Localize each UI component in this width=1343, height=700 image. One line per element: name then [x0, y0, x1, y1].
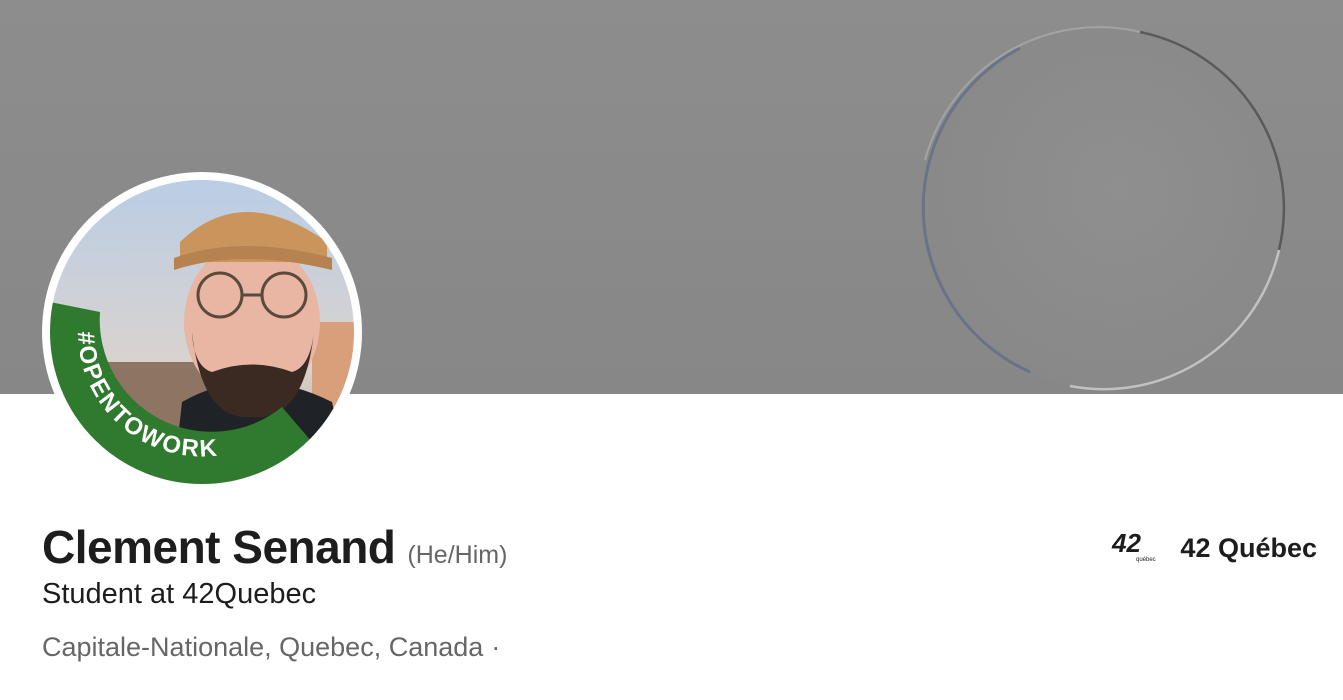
profile-page: #OPENTOWORK Clement Senand (He/Him) Stud… — [0, 0, 1343, 700]
profile-name-row: Clement Senand (He/Him) — [42, 520, 507, 574]
profile-avatar[interactable]: #OPENTOWORK — [42, 172, 362, 492]
profile-name: Clement Senand — [42, 521, 396, 573]
avatar-photo: #OPENTOWORK — [48, 178, 356, 486]
current-organization-link[interactable]: 42 québec 42 Québec — [1110, 528, 1317, 568]
profile-location-row: Capitale-Nationale, Quebec, Canada · — [42, 632, 500, 663]
org-logo-icon: 42 québec — [1110, 528, 1158, 568]
location-separator: · — [491, 632, 501, 662]
profile-headline: Student at 42Quebec — [42, 578, 317, 610]
org-logo-subtext: québec — [1136, 557, 1156, 563]
profile-location: Capitale-Nationale, Quebec, Canada — [42, 632, 484, 662]
org-name: 42 Québec — [1180, 532, 1317, 563]
org-logo-text: 42 — [1111, 528, 1141, 558]
profile-pronouns: (He/Him) — [407, 541, 508, 569]
